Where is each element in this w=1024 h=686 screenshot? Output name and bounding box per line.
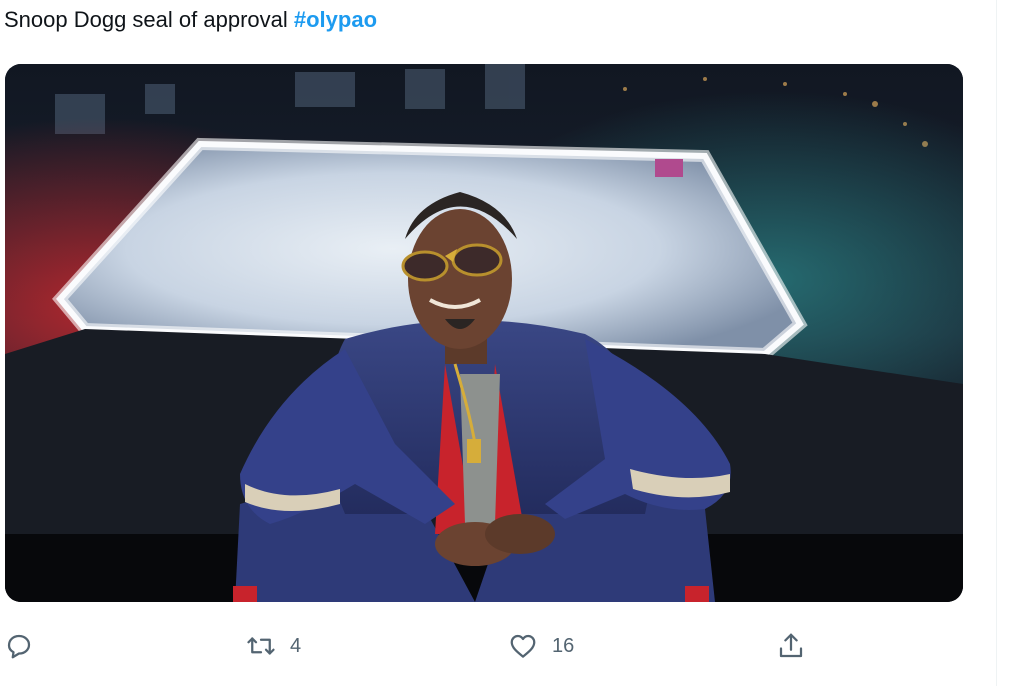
tweet-photo[interactable] xyxy=(5,64,963,602)
tweet-view: Snoop Dogg seal of approval #olypao 4 16 xyxy=(0,0,1024,686)
heart-icon xyxy=(510,634,536,658)
like-button[interactable]: 16 xyxy=(508,626,574,666)
retweet-button[interactable]: 4 xyxy=(246,626,301,666)
tweet-body: Snoop Dogg seal of approval xyxy=(4,7,294,32)
photo-illustration xyxy=(5,64,963,602)
column-divider xyxy=(996,0,997,686)
retweet-count: 4 xyxy=(290,634,302,657)
retweet-icon xyxy=(247,637,275,655)
tweet-actions: 4 16 xyxy=(0,626,996,670)
reply-button[interactable] xyxy=(4,626,48,666)
hashtag-link[interactable]: #olypao xyxy=(294,7,377,32)
like-count: 16 xyxy=(552,634,575,657)
share-button[interactable] xyxy=(776,626,820,666)
tweet-text: Snoop Dogg seal of approval #olypao xyxy=(4,6,377,34)
share-icon xyxy=(779,633,803,658)
reply-icon xyxy=(7,634,31,659)
